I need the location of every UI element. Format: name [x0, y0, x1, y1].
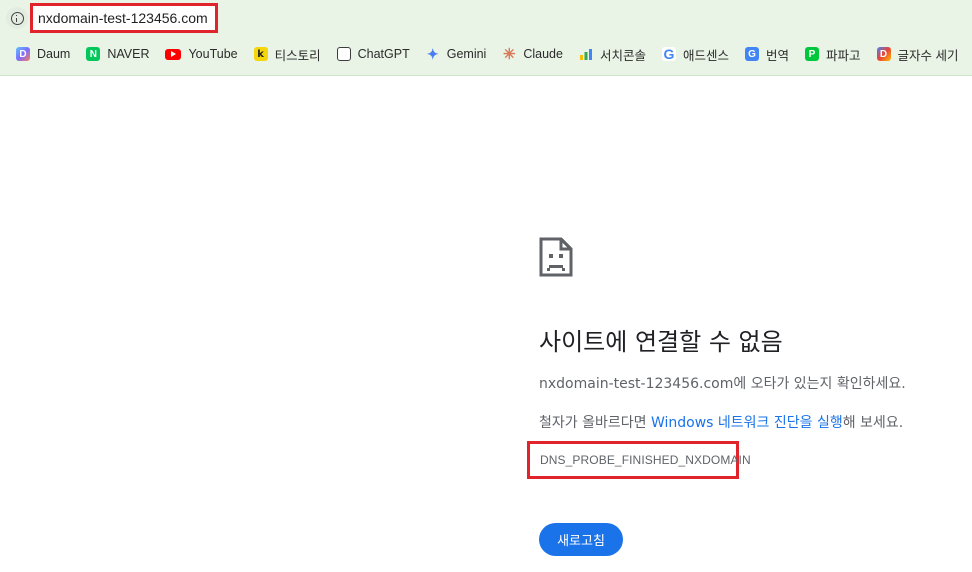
- bookmark-youtube[interactable]: YouTube: [157, 41, 245, 67]
- bookmark-label: 파파고: [826, 48, 861, 63]
- address-row: nxdomain-test-123456.com: [0, 0, 972, 36]
- claude-icon: ✳: [503, 46, 516, 63]
- tistory-icon: k: [253, 47, 268, 61]
- url-text[interactable]: nxdomain-test-123456.com: [38, 10, 208, 26]
- bookmark-adsense[interactable]: G 애드센스: [654, 41, 737, 67]
- diagnostics-prefix: 철자가 올바르다면: [539, 415, 651, 431]
- google-icon: G: [661, 46, 676, 62]
- bookmark-daum[interactable]: D Daum: [8, 41, 78, 67]
- gemini-icon: ✦: [426, 45, 439, 62]
- address-bar[interactable]: nxdomain-test-123456.com: [30, 3, 218, 33]
- bookmark-gemini[interactable]: ✦ Gemini: [418, 41, 495, 67]
- error-code-box: DNS_PROBE_FINISHED_NXDOMAIN: [527, 441, 751, 479]
- bookmark-label: 글자수 세기: [897, 48, 959, 63]
- bookmark-search-console[interactable]: 서치콘솔: [571, 41, 654, 67]
- docs-icon: D: [876, 47, 891, 61]
- search-console-icon: [579, 47, 593, 61]
- bookmark-claude[interactable]: ✳ Claude: [494, 41, 571, 67]
- error-title: 사이트에 연결할 수 없음: [539, 328, 783, 356]
- daum-icon: D: [16, 47, 30, 61]
- sad-page-icon: [539, 237, 573, 277]
- bookmark-char-count[interactable]: D 글자수 세기: [869, 41, 967, 67]
- error-code: DNS_PROBE_FINISHED_NXDOMAIN: [540, 453, 751, 467]
- bookmark-label: 번역: [765, 48, 789, 63]
- reload-button[interactable]: 새로고침: [539, 523, 623, 556]
- bookmark-translate[interactable]: G 번역: [737, 41, 797, 67]
- bookmark-label: Claude: [523, 47, 563, 61]
- bookmarks-bar: D Daum N NAVER YouTube k 티스토리 ChatGPT ✦ …: [8, 41, 967, 67]
- bookmark-tistory[interactable]: k 티스토리: [246, 41, 329, 67]
- bookmark-label: Daum: [37, 47, 71, 61]
- translate-icon: G: [744, 47, 759, 61]
- youtube-icon: [165, 48, 182, 60]
- diagnostics-suffix: 해 보세요.: [842, 415, 904, 431]
- bookmark-chatgpt[interactable]: ChatGPT: [329, 41, 418, 67]
- bookmark-label: ChatGPT: [357, 47, 410, 61]
- run-diagnostics-link[interactable]: Windows 네트워크 진단을 실행: [651, 415, 843, 431]
- typo-hint: nxdomain-test-123456.com에 오타가 있는지 확인하세요.: [539, 376, 906, 392]
- bookmark-label: YouTube: [188, 47, 238, 61]
- bookmark-label: NAVER: [107, 47, 150, 61]
- chatgpt-icon: [336, 47, 351, 61]
- bookmark-papago[interactable]: P 파파고: [797, 41, 869, 67]
- diagnostics-hint: 철자가 올바르다면 Windows 네트워크 진단을 실행해 보세요.: [539, 412, 903, 432]
- bookmark-label: 서치콘솔: [599, 48, 646, 63]
- papago-icon: P: [805, 47, 819, 61]
- bookmark-naver[interactable]: N NAVER: [78, 41, 157, 67]
- site-info-button[interactable]: [6, 7, 28, 29]
- browser-chrome: nxdomain-test-123456.com D Daum N NAVER …: [0, 0, 972, 76]
- naver-icon: N: [86, 47, 101, 61]
- bookmark-label: 애드센스: [682, 48, 729, 63]
- info-icon: [10, 11, 24, 25]
- bookmark-label: 티스토리: [274, 48, 321, 63]
- bookmark-label: Gemini: [446, 47, 487, 61]
